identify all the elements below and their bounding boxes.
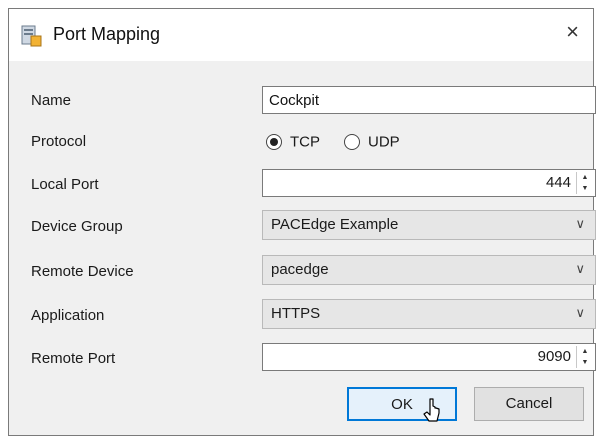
remote-device-label: Remote Device <box>31 263 134 280</box>
title-bar: Port Mapping × <box>9 9 593 61</box>
port-mapping-dialog: Port Mapping × Name Protocol TCP UDP Loc… <box>8 8 596 436</box>
radio-unselected-icon <box>344 134 360 151</box>
name-label: Name <box>31 92 72 109</box>
name-input[interactable] <box>262 86 596 114</box>
remote-device-value: pacedge <box>271 261 329 278</box>
local-port-label: Local Port <box>31 176 99 193</box>
remote-port-spin-buttons[interactable]: ▲ ▼ <box>576 346 593 368</box>
port-mapping-icon <box>21 25 42 47</box>
local-port-stepper[interactable]: 444 ▲ ▼ <box>262 169 596 197</box>
protocol-label: Protocol <box>31 133 87 150</box>
protocol-tcp-radio[interactable]: TCP <box>266 133 320 151</box>
device-group-label: Device Group <box>31 218 123 235</box>
spin-down-icon[interactable]: ▼ <box>577 183 593 194</box>
remote-port-stepper[interactable]: 9090 ▲ ▼ <box>262 343 596 371</box>
chevron-down-icon: ∨ <box>575 305 585 320</box>
remote-port-label: Remote Port <box>31 350 116 367</box>
chevron-down-icon: ∨ <box>575 216 585 231</box>
application-label: Application <box>31 307 105 324</box>
device-group-select[interactable]: PACEdge Example ∨ <box>262 210 596 240</box>
radio-selected-icon <box>266 134 282 151</box>
mouse-pointer-icon <box>423 398 440 422</box>
spin-down-icon[interactable]: ▼ <box>577 357 593 368</box>
close-icon[interactable]: × <box>566 19 579 45</box>
local-port-value: 444 <box>545 174 571 191</box>
dialog-title: Port Mapping <box>53 24 161 44</box>
spin-up-icon[interactable]: ▲ <box>577 172 593 183</box>
application-select[interactable]: HTTPS ∨ <box>262 299 596 329</box>
device-group-value: PACEdge Example <box>271 216 399 233</box>
local-port-spin-buttons[interactable]: ▲ ▼ <box>576 172 593 194</box>
application-value: HTTPS <box>271 305 321 322</box>
protocol-udp-radio[interactable]: UDP <box>344 133 400 151</box>
spin-up-icon[interactable]: ▲ <box>577 346 593 357</box>
remote-port-value: 9090 <box>537 348 571 365</box>
remote-device-select[interactable]: pacedge ∨ <box>262 255 596 285</box>
cancel-button[interactable]: Cancel <box>474 387 584 421</box>
chevron-down-icon: ∨ <box>575 261 585 276</box>
